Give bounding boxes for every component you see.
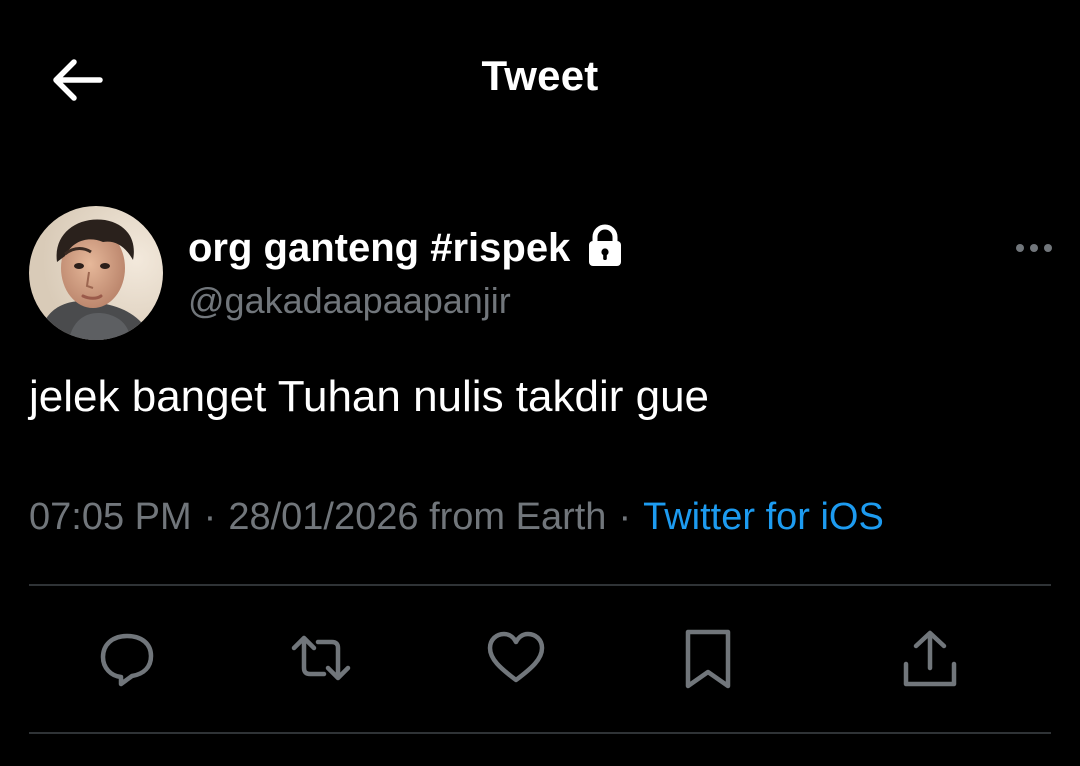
- retweet-button[interactable]: [278, 620, 358, 700]
- bookmark-button[interactable]: [668, 620, 748, 700]
- tweet-location: from Earth: [429, 496, 607, 538]
- tweet-text: jelek banget Tuhan nulis takdir gue: [29, 372, 710, 421]
- page-title: Tweet: [481, 52, 599, 99]
- avatar-photo: [29, 206, 163, 340]
- lock-icon: [586, 224, 624, 273]
- reply-icon: [100, 633, 154, 687]
- reply-button[interactable]: [86, 620, 166, 700]
- heart-icon: [487, 631, 545, 683]
- share-icon: [903, 630, 957, 687]
- more-horizontal-icon: [1016, 244, 1052, 252]
- bookmark-icon: [685, 629, 731, 689]
- tweet-metadata: 07:05 PM · 28/01/2026 from Earth · Twitter f…: [29, 496, 884, 539]
- tweet-source-link[interactable]: Twitter for iOS: [643, 496, 884, 538]
- tweet-date: 28/01/2026: [228, 496, 419, 538]
- top-bar: Tweet: [0, 0, 1080, 160]
- action-bar: [0, 620, 1080, 700]
- author-row: org ganteng #rispek: [188, 222, 624, 274]
- divider: [29, 584, 1051, 586]
- like-button[interactable]: [474, 620, 554, 700]
- avatar[interactable]: [29, 206, 163, 340]
- tweet-detail-screen: Tweet org ganteng #rispek @gakadaapaapan…: [0, 0, 1080, 766]
- separator: ·: [618, 496, 632, 538]
- author-handle[interactable]: @gakadaapaapanjir: [188, 280, 511, 322]
- separator: ·: [203, 496, 217, 538]
- more-options-button[interactable]: [1008, 232, 1060, 264]
- tweet-time: 07:05 PM: [29, 496, 192, 538]
- retweet-icon: [291, 635, 351, 681]
- share-button[interactable]: [888, 620, 968, 700]
- divider: [29, 732, 1051, 734]
- display-name[interactable]: org ganteng #rispek: [188, 226, 570, 271]
